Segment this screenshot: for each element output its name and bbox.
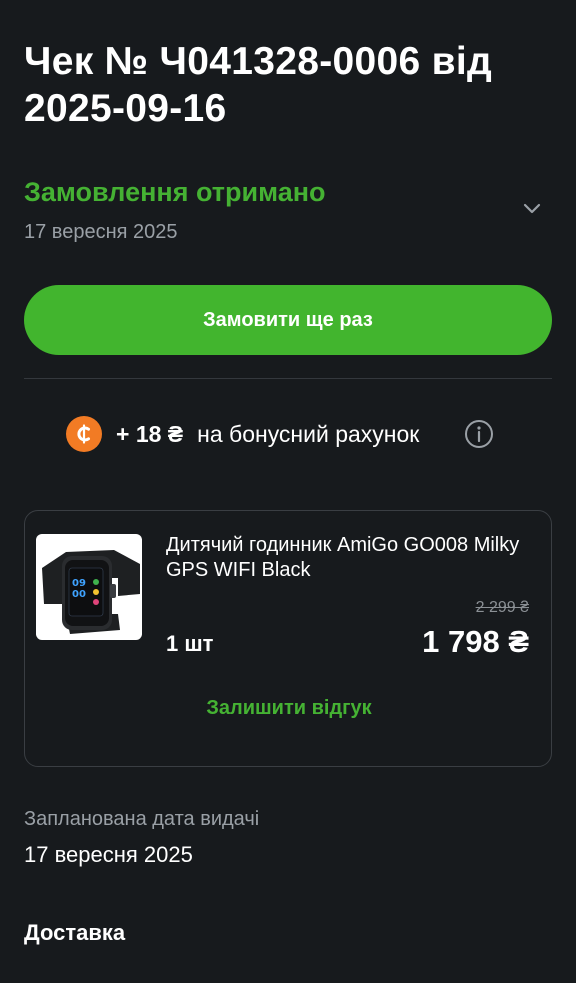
- issue-date-value: 17 вересня 2025: [24, 842, 193, 867]
- leave-review-link[interactable]: Залишити відгук: [25, 697, 553, 720]
- product-quantity: 1 шт: [166, 631, 214, 656]
- product-price: 1 798 ₴: [422, 624, 529, 659]
- product-name[interactable]: Дитячий годинник AmiGo GO008 Milky GPS W…: [166, 533, 536, 583]
- order-status-title: Замовлення отримано: [24, 177, 326, 207]
- smartwatch-image: 09 00: [42, 550, 140, 634]
- bonus-amount: + 18 ₴: [116, 420, 184, 447]
- divider: [24, 378, 552, 379]
- order-status-date: 17 вересня 2025: [24, 221, 178, 243]
- bonus-text: на бонусний рахунок: [197, 420, 420, 447]
- product-image[interactable]: 09 00: [36, 534, 142, 640]
- order-receipt-page: Чек № Ч041328-0006 від 2025-09-16 Замовл…: [0, 0, 576, 983]
- coin-icon: [66, 416, 102, 452]
- chevron-down-icon[interactable]: [520, 196, 544, 220]
- old-price: 2 299 ₴: [475, 599, 529, 616]
- issue-date-label: Запланована дата видачі: [24, 808, 260, 830]
- info-icon[interactable]: [464, 419, 494, 449]
- svg-text:09: 09: [72, 578, 86, 589]
- bonus-info: + 18 ₴ на бонусний рахунок: [66, 416, 493, 452]
- order-status-section[interactable]: Замовлення отримано 17 вересня 2025: [24, 174, 552, 254]
- reorder-button[interactable]: Замовити ще раз: [24, 285, 552, 355]
- product-card: 09 00 Дитячий годинник AmiGo GO008 Milky…: [24, 510, 552, 767]
- delivery-section-title: Доставка: [24, 920, 126, 945]
- page-title: Чек № Ч041328-0006 від 2025-09-16: [24, 40, 493, 130]
- svg-text:00: 00: [72, 589, 86, 600]
